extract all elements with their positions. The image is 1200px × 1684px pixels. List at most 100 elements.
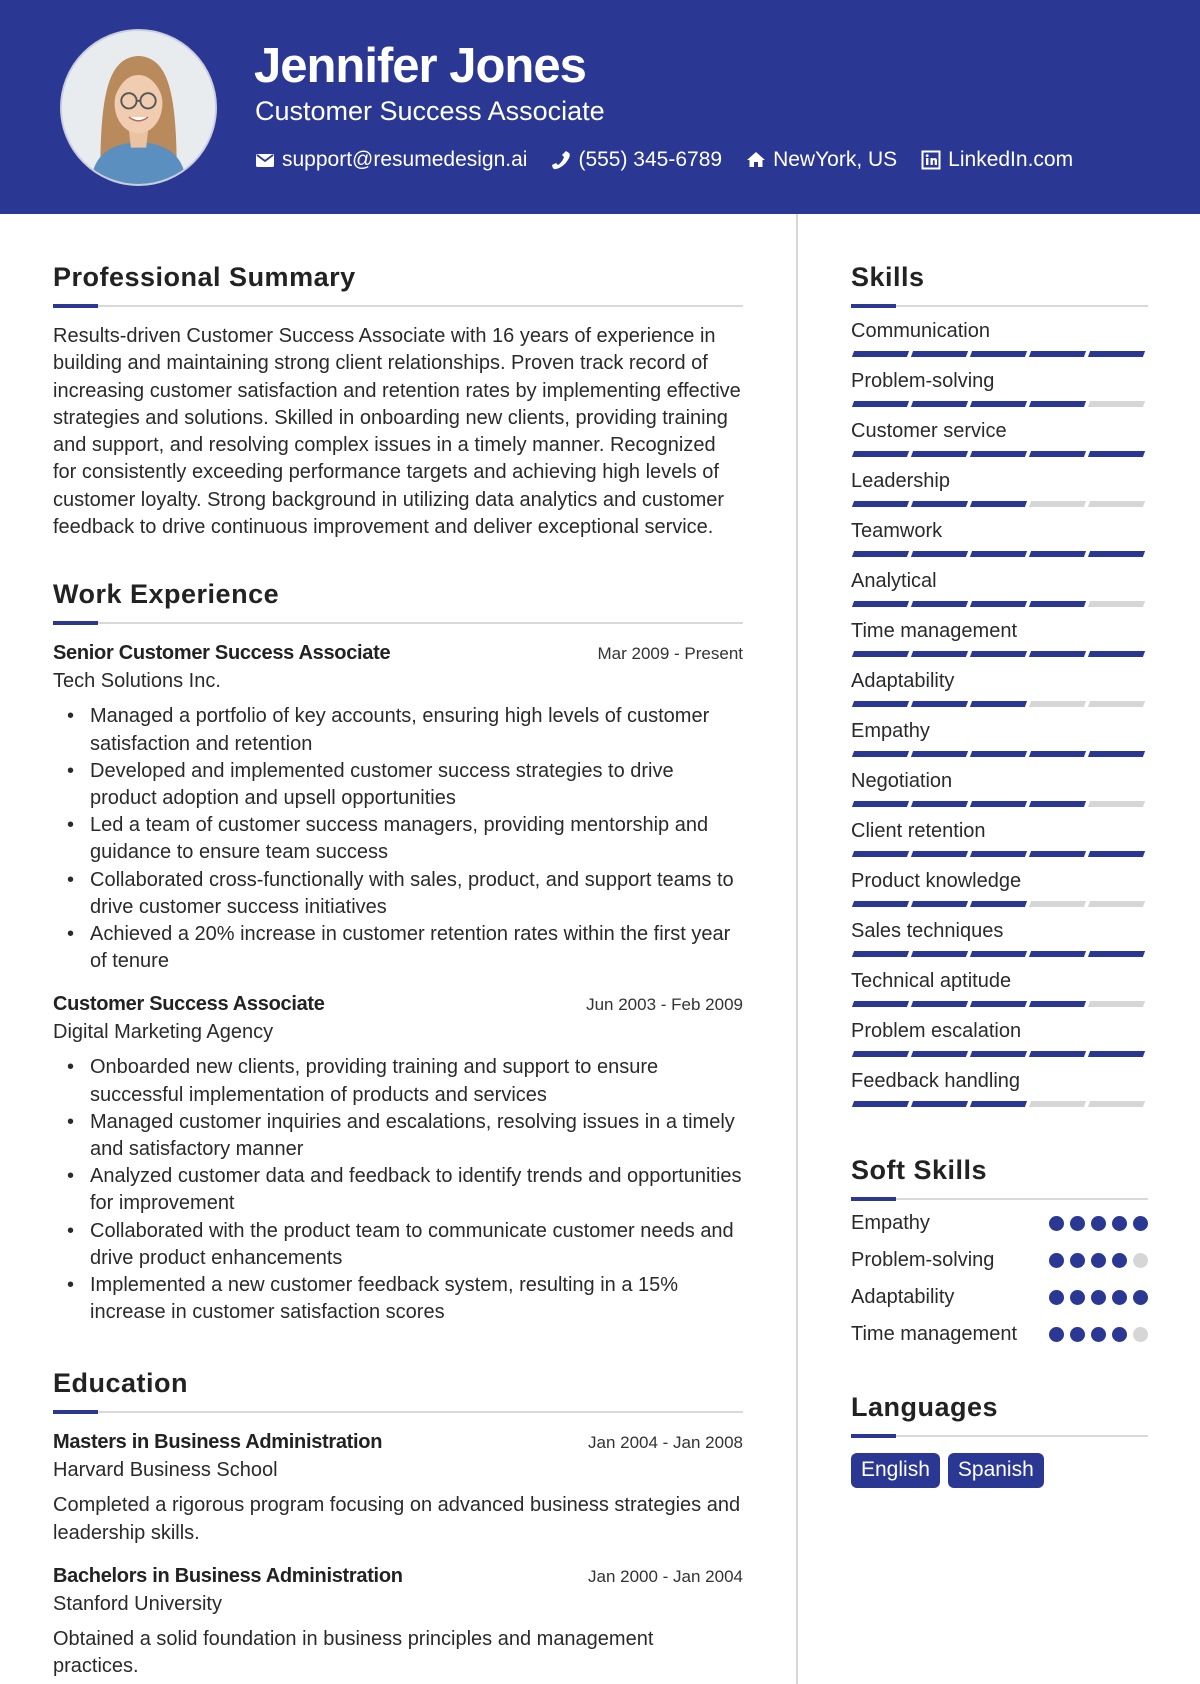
soft-skill-rating bbox=[1043, 1290, 1148, 1305]
skill-segment-filled bbox=[910, 601, 969, 607]
skill-segment-filled bbox=[851, 1051, 910, 1057]
skill-segment-filled bbox=[851, 351, 910, 357]
skill-item: Analytical bbox=[851, 570, 1148, 607]
skill-level-bar bbox=[851, 1051, 1148, 1057]
section-rule bbox=[53, 304, 743, 308]
skill-name: Empathy bbox=[851, 720, 930, 742]
skill-segment-empty bbox=[1087, 901, 1146, 907]
section-title: Languages bbox=[851, 1392, 999, 1422]
rating-dot-filled bbox=[1091, 1216, 1106, 1231]
skill-segment-filled bbox=[1028, 351, 1087, 357]
skill-list: Communication Problem-solving Customer ser… bbox=[851, 320, 1148, 1107]
bullet-item: Implemented a new customer feedback syst… bbox=[53, 1272, 743, 1326]
education-header: Masters in Business Administration Jan 20… bbox=[53, 1431, 743, 1454]
skill-level-bar bbox=[851, 751, 1148, 757]
rating-dot-filled bbox=[1112, 1290, 1127, 1305]
skill-item: Leadership bbox=[851, 470, 1148, 507]
skill-segment-filled bbox=[910, 751, 969, 757]
section-rule bbox=[851, 304, 1148, 308]
degree-title: Bachelors in Business Administration bbox=[53, 1565, 403, 1588]
rating-dot-filled bbox=[1112, 1253, 1127, 1268]
skill-segment-filled bbox=[969, 701, 1028, 707]
rating-dot-filled bbox=[1049, 1253, 1064, 1268]
job-header: Senior Customer Success Associate Mar 200… bbox=[53, 642, 743, 665]
school-name: Harvard Business School bbox=[53, 1459, 278, 1482]
contact-linkedin[interactable]: LinkedIn.com bbox=[921, 148, 1073, 172]
bullet-item: Led a team of customer success managers,… bbox=[53, 812, 743, 866]
skill-segment-filled bbox=[969, 601, 1028, 607]
skill-item: Empathy bbox=[851, 720, 1148, 757]
skill-name: Product knowledge bbox=[851, 870, 1022, 892]
skill-level-bar bbox=[851, 1101, 1148, 1107]
skill-segment-empty bbox=[1028, 1101, 1087, 1107]
job-list: Senior Customer Success Associate Mar 200… bbox=[53, 642, 743, 1326]
skill-segment-empty bbox=[1028, 901, 1087, 907]
job-header: Customer Success Associate Jun 2003 - Feb… bbox=[53, 993, 743, 1016]
bullet-item: Analyzed customer data and feedback to i… bbox=[53, 1163, 743, 1217]
skill-segment-empty bbox=[1087, 1101, 1146, 1107]
skill-item: Adaptability bbox=[851, 670, 1148, 707]
skill-segment-filled bbox=[1087, 751, 1146, 757]
resume-header: Jennifer Jones Customer Success Associat… bbox=[0, 0, 1200, 214]
soft-skill-rating bbox=[1043, 1327, 1148, 1342]
section-rule bbox=[851, 1434, 1148, 1438]
column-divider bbox=[796, 214, 798, 1684]
skill-segment-filled bbox=[851, 901, 910, 907]
skill-name: Leadership bbox=[851, 470, 950, 492]
education-header: Bachelors in Business Administration Jan … bbox=[53, 1565, 743, 1588]
skill-segment-filled bbox=[910, 451, 969, 457]
skill-item: Time management bbox=[851, 620, 1148, 657]
skill-level-bar bbox=[851, 801, 1148, 807]
skill-item: Problem-solving bbox=[851, 370, 1148, 407]
skill-segment-filled bbox=[851, 801, 910, 807]
soft-skill-rating bbox=[1043, 1216, 1148, 1231]
contact-bar: support@resumedesign.ai (555) 345-6789 N… bbox=[255, 148, 1097, 172]
section-title: Skills bbox=[851, 262, 925, 292]
skill-segment-filled bbox=[910, 701, 969, 707]
rating-dot-empty bbox=[1133, 1253, 1148, 1268]
job-dates: Mar 2009 - Present bbox=[597, 644, 743, 664]
education-section: Education Masters in Business Administra… bbox=[53, 1368, 743, 1680]
contact-email[interactable]: support@resumedesign.ai bbox=[255, 148, 527, 172]
skill-name: Time management bbox=[851, 620, 1017, 642]
skill-segment-filled bbox=[851, 501, 910, 507]
skill-item: Problem escalation bbox=[851, 1020, 1148, 1057]
skill-segment-filled bbox=[1028, 601, 1087, 607]
job-title: Senior Customer Success Associate bbox=[53, 642, 391, 665]
rating-dot-filled bbox=[1091, 1327, 1106, 1342]
bullet-item: Onboarded new clients, providing trainin… bbox=[53, 1054, 743, 1108]
bullet-item: Collaborated cross-functionally with sal… bbox=[53, 867, 743, 921]
company-name: Tech Solutions Inc. bbox=[53, 670, 221, 693]
skill-name: Adaptability bbox=[851, 670, 955, 692]
experience-section: Work Experience Senior Customer Success … bbox=[53, 579, 743, 1326]
skill-segment-filled bbox=[851, 1001, 910, 1007]
skill-segment-filled bbox=[851, 751, 910, 757]
company-name: Digital Marketing Agency bbox=[53, 1021, 274, 1044]
skill-segment-filled bbox=[851, 401, 910, 407]
envelope-icon bbox=[255, 150, 275, 170]
rating-dot-filled bbox=[1091, 1253, 1106, 1268]
skill-segment-empty bbox=[1087, 401, 1146, 407]
skill-level-bar bbox=[851, 401, 1148, 407]
soft-skill-item: Empathy bbox=[851, 1210, 1148, 1237]
soft-skills-section: Soft Skills Empathy Problem-solving Adapta… bbox=[851, 1155, 1148, 1348]
skill-level-bar bbox=[851, 501, 1148, 507]
skill-segment-filled bbox=[1087, 651, 1146, 657]
skill-segment-filled bbox=[910, 1051, 969, 1057]
skill-segment-filled bbox=[851, 951, 910, 957]
skill-segment-filled bbox=[851, 851, 910, 857]
skill-segment-filled bbox=[1028, 551, 1087, 557]
rating-dot-filled bbox=[1091, 1290, 1106, 1305]
skill-level-bar bbox=[851, 701, 1148, 707]
skill-item: Customer service bbox=[851, 420, 1148, 457]
skill-level-bar bbox=[851, 451, 1148, 457]
summary-section: Professional Summary Results-driven Cust… bbox=[53, 262, 743, 541]
contact-phone[interactable]: (555) 345-6789 bbox=[551, 148, 722, 172]
education-description: Completed a rigorous program focusing on… bbox=[53, 1494, 741, 1544]
language-list: English Spanish bbox=[851, 1453, 1148, 1488]
skill-level-bar bbox=[851, 1001, 1148, 1007]
soft-skill-name: Adaptability bbox=[851, 1286, 955, 1308]
skill-segment-filled bbox=[1028, 651, 1087, 657]
job-title: Customer Success Associate bbox=[53, 993, 325, 1016]
contact-phone-text: (555) 345-6789 bbox=[578, 148, 723, 171]
